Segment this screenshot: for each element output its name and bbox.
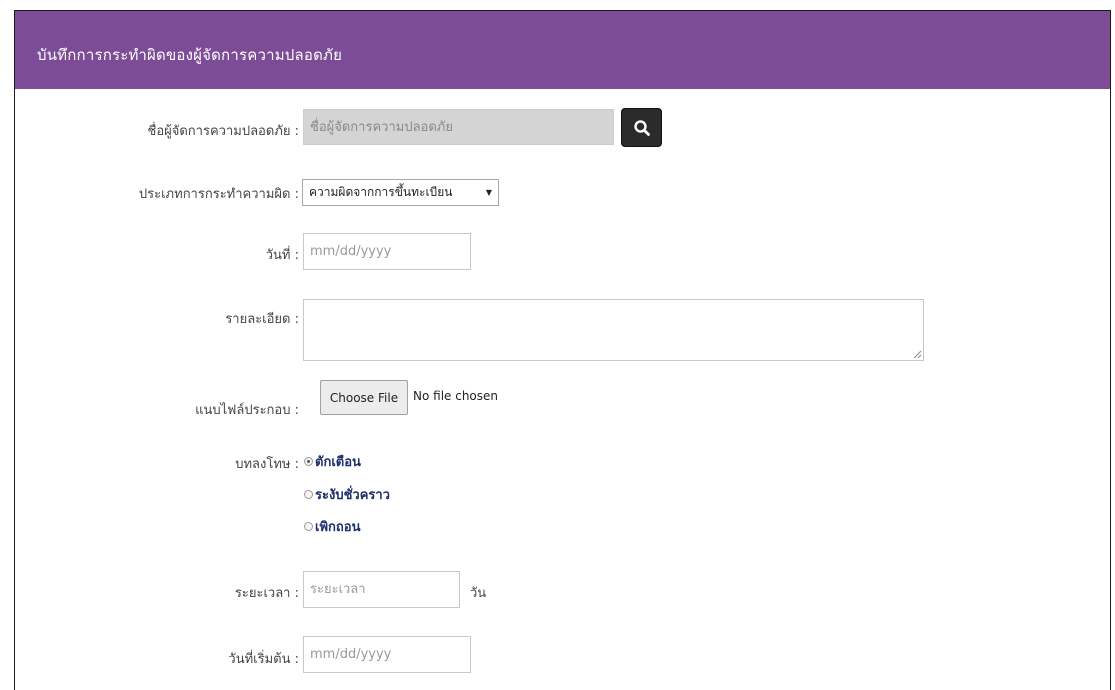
attachment-label: แนบไฟล์ประกอบ : [195, 403, 299, 418]
offense-type-label: ประเภทการกระทำความผิด : [138, 187, 299, 202]
offense-type-select[interactable]: ความผิดจากการขึ้นทะเบียน ▼ [302, 179, 499, 206]
panel-header: บันทึกการกระทำผิดของผู้จัดการความปลอดภัย [15, 11, 1110, 89]
form-panel: บันทึกการกระทำผิดของผู้จัดการความปลอดภัย… [14, 10, 1111, 690]
details-label: รายละเอียด : [225, 312, 299, 327]
date-input[interactable] [303, 233, 471, 270]
penalty-label: บทลงโทษ : [235, 457, 299, 472]
date-label: วันที่ : [265, 248, 299, 263]
duration-unit: วัน [470, 586, 487, 601]
radio-button[interactable] [304, 490, 313, 499]
penalty-option-label: ระงับชั่วคราว [315, 488, 390, 503]
start-date-input[interactable] [303, 636, 471, 673]
manager-name-input[interactable] [303, 109, 614, 145]
search-button[interactable] [621, 108, 662, 147]
resize-grip-icon[interactable] [913, 350, 922, 359]
start-date-label: วันที่เริ่มต้น : [228, 652, 299, 667]
choose-file-button[interactable]: Choose File [320, 380, 408, 415]
radio-button[interactable] [304, 522, 313, 531]
penalty-option-warning[interactable]: ตักเตือน [304, 451, 361, 472]
manager-name-label: ชื่อผู้จัดการความปลอดภัย : [147, 124, 300, 139]
page-title: บันทึกการกระทำผิดของผู้จัดการความปลอดภัย [37, 46, 343, 64]
duration-input[interactable] [303, 571, 460, 608]
penalty-option-label: ตักเตือน [315, 455, 361, 470]
offense-type-value: ความผิดจากการขึ้นทะเบียน [309, 185, 453, 199]
radio-button[interactable] [304, 457, 313, 466]
penalty-option-suspend[interactable]: ระงับชั่วคราว [304, 484, 390, 505]
duration-label: ระยะเวลา : [234, 586, 299, 601]
search-icon [633, 119, 650, 136]
penalty-option-revoke[interactable]: เพิกถอน [304, 516, 360, 537]
dropdown-arrow-icon: ▼ [485, 188, 492, 197]
file-status-text: No file chosen [413, 389, 499, 403]
penalty-option-label: เพิกถอน [315, 520, 361, 535]
details-textarea[interactable] [303, 299, 924, 361]
